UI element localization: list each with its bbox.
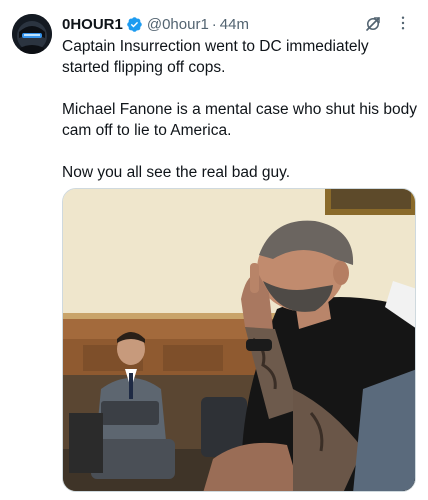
tweet-paragraph: Michael Fanone is a mental case who shut… — [62, 101, 417, 139]
grok-icon[interactable] — [364, 15, 382, 33]
tweet-photo[interactable] — [62, 188, 416, 492]
more-icon[interactable] — [394, 14, 412, 32]
tweet-header: 0HOUR1 @0hour1 · 44m — [62, 13, 416, 35]
separator-dot: · — [211, 15, 217, 33]
avatar[interactable] — [12, 14, 52, 54]
tweet-paragraph: Captain Insurrection went to DC immediat… — [62, 38, 369, 76]
author-handle[interactable]: @0hour1 — [147, 16, 209, 33]
avatar-icon — [12, 14, 52, 54]
tweet-text: Captain Insurrection went to DC immediat… — [62, 36, 418, 183]
timestamp[interactable]: 44m — [220, 16, 249, 33]
author-name[interactable]: 0HOUR1 — [62, 16, 123, 33]
verified-badge-icon — [127, 16, 142, 32]
hearing-room-photo — [63, 189, 415, 491]
tweet-paragraph: Now you all see the real bad guy. — [62, 164, 291, 181]
